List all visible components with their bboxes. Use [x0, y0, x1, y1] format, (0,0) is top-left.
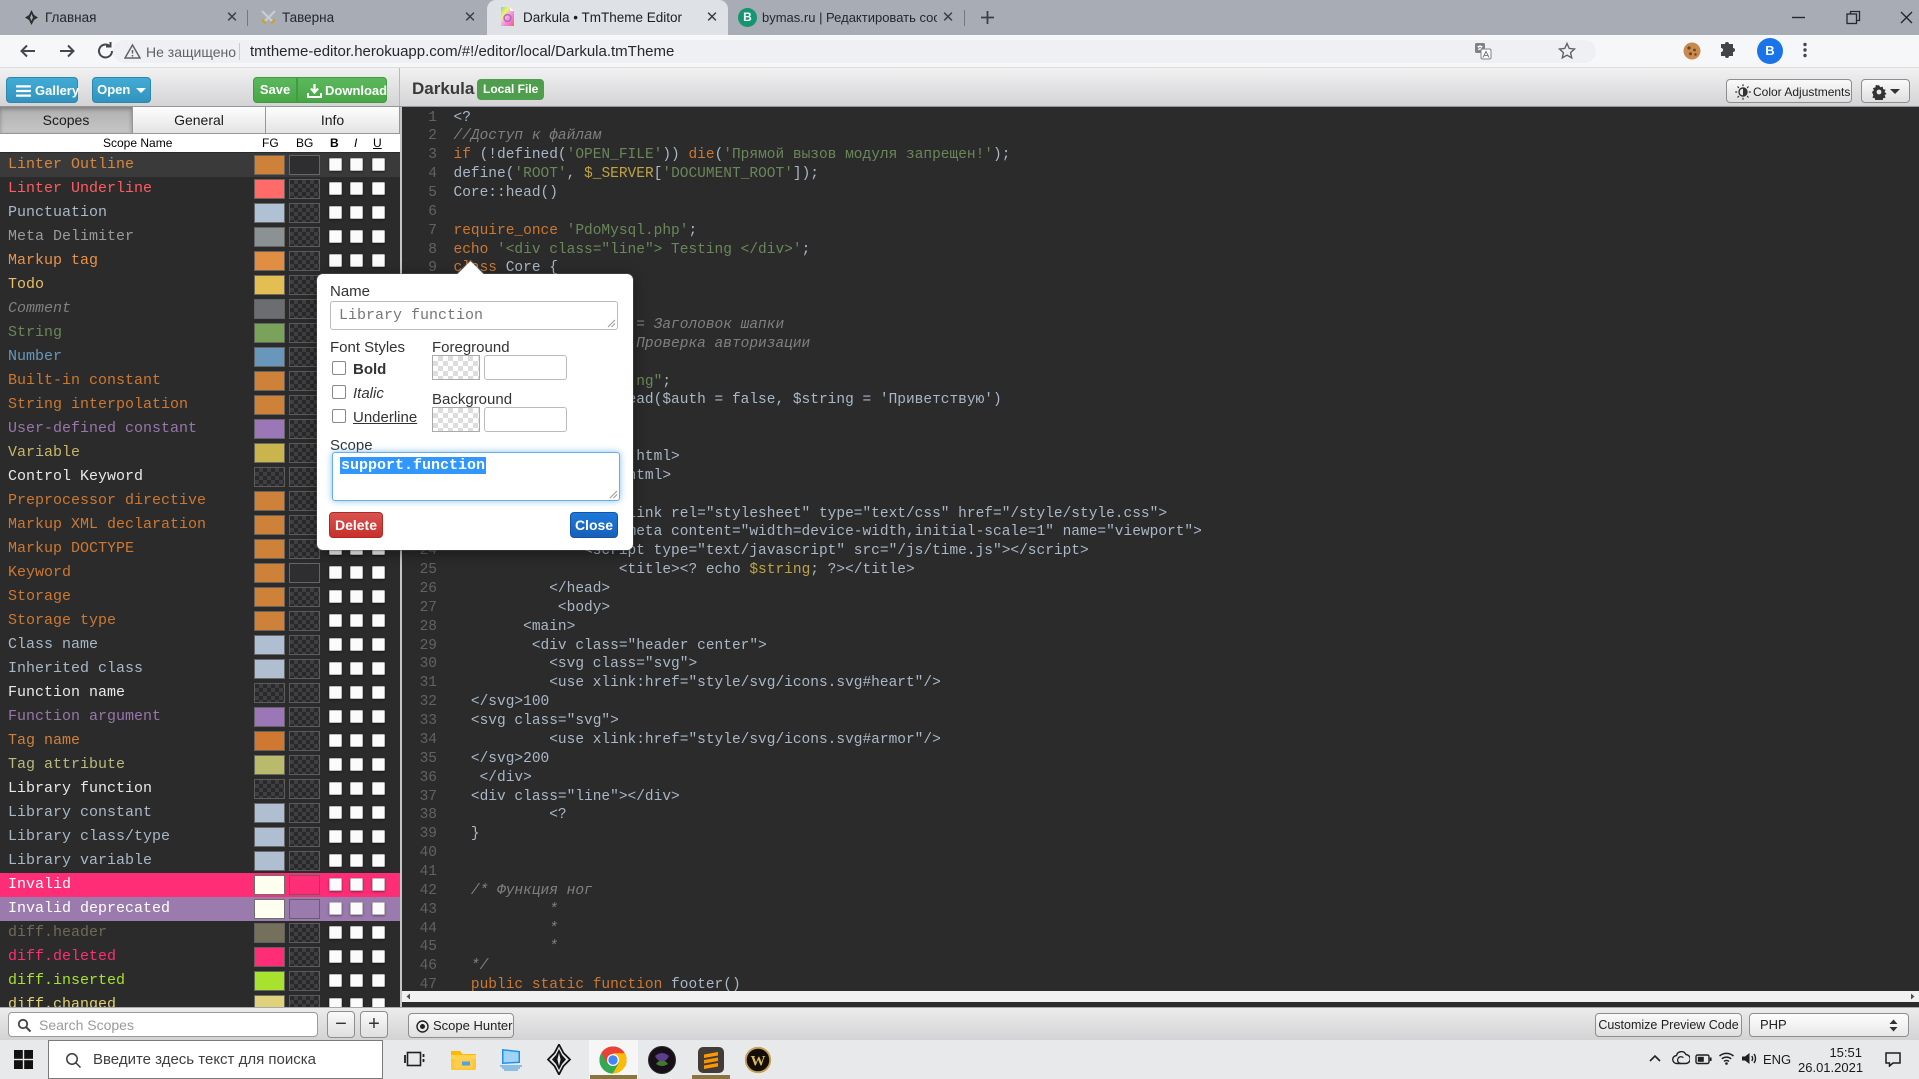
- svg-text:W: W: [751, 1054, 766, 1070]
